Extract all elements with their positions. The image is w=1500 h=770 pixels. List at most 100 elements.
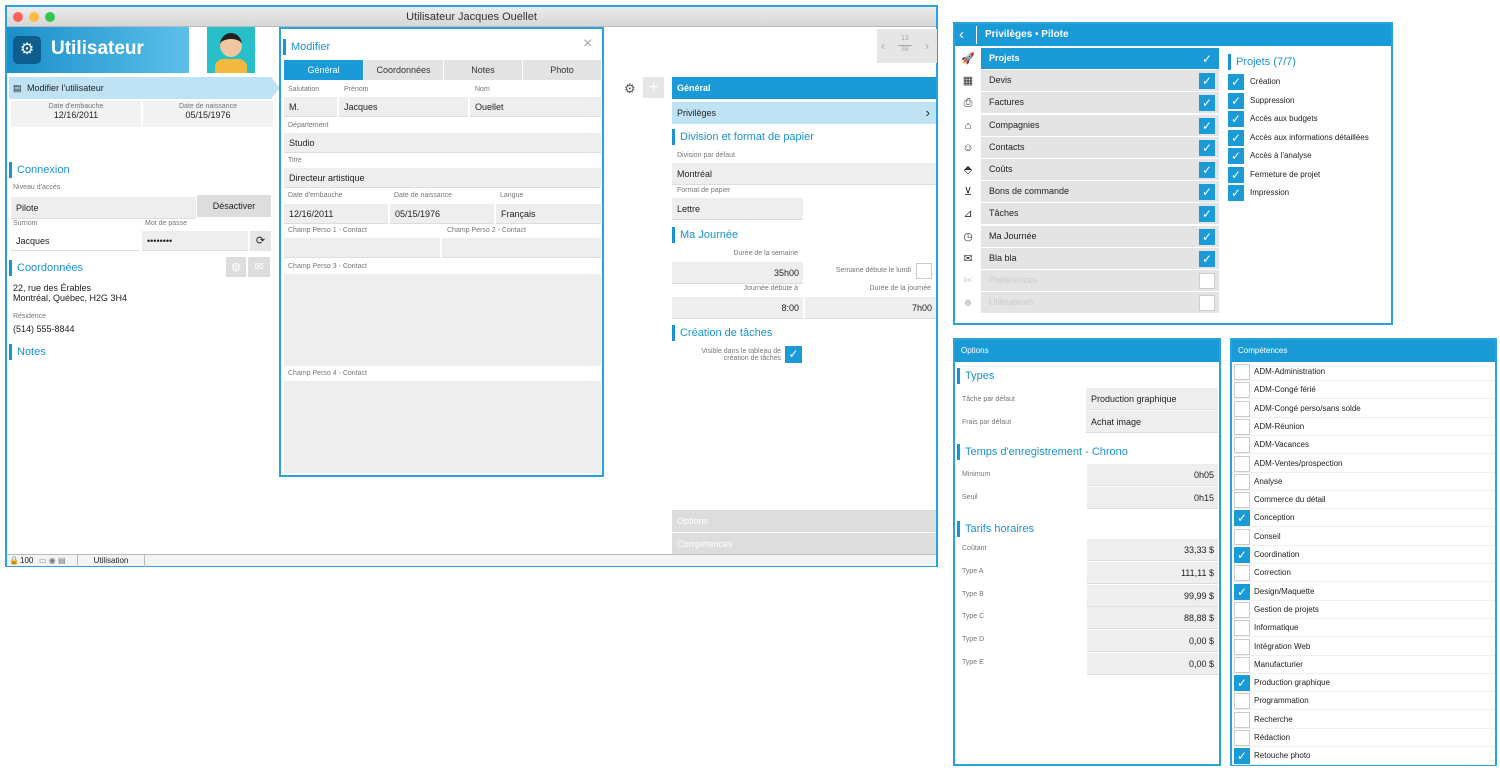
avatar[interactable] [207, 27, 255, 73]
privilege-checkbox[interactable] [1199, 51, 1215, 67]
last-name-field[interactable]: Ouellet [470, 97, 601, 117]
competence-row[interactable]: Recherche [1232, 711, 1495, 729]
privilege-checkbox[interactable] [1199, 228, 1215, 245]
privilege-checkbox[interactable] [1199, 273, 1215, 289]
globe-icon[interactable]: ◍ [226, 257, 246, 277]
competence-checkbox[interactable] [1234, 693, 1250, 710]
privilege-checkbox[interactable] [1199, 206, 1215, 223]
back-chevron-icon[interactable]: ‹ [959, 26, 977, 44]
competence-row[interactable]: Programmation [1232, 692, 1495, 711]
project-privilege-row[interactable]: Accès aux budgets [1226, 111, 1391, 128]
competence-checkbox[interactable] [1234, 583, 1250, 600]
competence-row[interactable]: Retouche photo [1232, 747, 1495, 766]
competence-checkbox[interactable] [1234, 547, 1250, 563]
privilege-checkbox[interactable] [1199, 295, 1215, 312]
privilege-checkbox[interactable] [1199, 117, 1215, 134]
competence-checkbox[interactable] [1234, 492, 1250, 509]
day-duration-field[interactable]: 7h00 [805, 297, 936, 319]
competence-checkbox[interactable] [1234, 455, 1250, 472]
competence-row[interactable]: Coordination [1232, 546, 1495, 564]
competence-checkbox[interactable] [1234, 565, 1250, 582]
competence-checkbox[interactable] [1234, 437, 1250, 454]
competence-row[interactable]: ADM-Congé férié [1232, 381, 1495, 400]
competence-checkbox[interactable] [1234, 510, 1250, 527]
privilege-row[interactable]: 🚀 Projets [955, 48, 1221, 70]
privilege-checkbox[interactable] [1199, 95, 1215, 112]
privilege-row[interactable]: ▦ Devis [955, 70, 1221, 92]
default-task-field[interactable]: Production graphique [1086, 388, 1218, 410]
password-field[interactable]: •••••••• [142, 231, 248, 251]
privilege-row[interactable]: ⊿ Tâches [955, 203, 1221, 225]
competence-checkbox[interactable] [1234, 418, 1250, 435]
language-field[interactable]: Français [496, 204, 601, 224]
rate-value-field[interactable]: 0,00 $ [1087, 653, 1218, 675]
rate-value-field[interactable]: 33,33 $ [1087, 539, 1218, 561]
rate-value-field[interactable]: 88,88 $ [1087, 607, 1218, 630]
department-field[interactable]: Studio [284, 133, 601, 153]
refresh-password-icon[interactable]: ⟳ [250, 231, 271, 251]
dialog-hire-field[interactable]: 12/16/2011 [284, 204, 388, 224]
zoom-level[interactable]: 100 [20, 555, 33, 567]
privilege-checkbox[interactable] [1199, 73, 1215, 90]
privilege-row[interactable]: ⌂ Compagnies [955, 114, 1221, 137]
project-privilege-row[interactable]: Suppression [1226, 92, 1391, 110]
rate-value-field[interactable]: 111,11 $ [1087, 561, 1218, 584]
tab-notes[interactable]: Notes [444, 60, 522, 80]
competence-checkbox[interactable] [1234, 638, 1250, 655]
project-privilege-checkbox[interactable] [1228, 111, 1244, 127]
competence-checkbox[interactable] [1234, 730, 1250, 746]
project-privilege-checkbox[interactable] [1228, 148, 1244, 164]
competence-row[interactable]: Manufacturier [1232, 656, 1495, 674]
settings-gear-icon[interactable]: ⚙ [624, 81, 636, 97]
monday-start-checkbox[interactable] [916, 263, 932, 279]
privilege-checkbox[interactable] [1199, 139, 1215, 156]
deactivate-button[interactable]: Désactiver [197, 195, 271, 217]
tab-general[interactable]: Général [284, 60, 363, 80]
project-privilege-checkbox[interactable] [1228, 185, 1244, 201]
day-start-field[interactable]: 8:00 [672, 297, 803, 319]
competence-checkbox[interactable] [1234, 601, 1250, 618]
competence-checkbox[interactable] [1234, 748, 1250, 765]
competence-row[interactable]: ADM-Administration [1232, 363, 1495, 381]
competence-row[interactable]: Analyse [1232, 473, 1495, 491]
project-privilege-row[interactable]: Fermeture de projet [1226, 166, 1391, 184]
privilege-row[interactable]: ⬘ Coûts [955, 159, 1221, 181]
dialog-birth-field[interactable]: 05/15/1976 [390, 204, 494, 224]
maximize-window-button[interactable] [45, 12, 55, 22]
custom-field-2[interactable] [442, 238, 601, 258]
modify-user-button[interactable]: ▤ Modifier l'utilisateur [9, 77, 271, 99]
competence-row[interactable]: ADM-Vacances [1232, 436, 1495, 455]
project-privilege-row[interactable]: Accès aux informations détaillées [1226, 129, 1391, 147]
project-privilege-row[interactable]: Création [1226, 74, 1391, 91]
minimize-window-button[interactable] [29, 12, 39, 22]
competence-row[interactable]: Informatique [1232, 619, 1495, 638]
competence-checkbox[interactable] [1234, 656, 1250, 673]
competence-checkbox[interactable] [1234, 675, 1250, 692]
privilege-row[interactable]: ⊻ Bons de commande [955, 181, 1221, 203]
view-toggle-icon[interactable]: ▭ ◉ ▤ [39, 555, 66, 567]
competence-row[interactable]: Conception [1232, 509, 1495, 528]
access-level-field[interactable]: Pilote [11, 197, 196, 219]
options-row[interactable]: Options [672, 510, 936, 532]
tab-photo[interactable]: Photo [523, 60, 601, 80]
mail-icon[interactable]: ✉ [248, 257, 270, 277]
privilege-checkbox[interactable] [1199, 162, 1215, 178]
tab-coordinates[interactable]: Coordonnées [364, 60, 443, 80]
project-privilege-row[interactable]: Accès à l'analyse [1226, 148, 1391, 165]
competence-row[interactable]: Conseil [1232, 528, 1495, 546]
privilege-row[interactable]: ☻ Utilisateurs [955, 292, 1221, 314]
competence-checkbox[interactable] [1234, 620, 1250, 637]
privilege-row[interactable]: ✂ Préférences [955, 270, 1221, 292]
division-field[interactable]: Montréal [672, 163, 936, 185]
custom-field-4[interactable] [284, 381, 601, 473]
job-title-field[interactable]: Directeur artistique [284, 168, 601, 188]
privilege-row[interactable]: ⎙ Factures [955, 92, 1221, 114]
competence-checkbox[interactable] [1234, 400, 1250, 417]
privilege-row[interactable]: ◷ Ma Journée [955, 225, 1221, 248]
next-icon[interactable]: › [925, 39, 929, 53]
privilege-checkbox[interactable] [1199, 250, 1215, 267]
rate-value-field[interactable]: 0,00 $ [1087, 630, 1218, 653]
competence-checkbox[interactable] [1234, 528, 1250, 545]
competence-row[interactable]: ADM-Ventes/prospection [1232, 455, 1495, 473]
week-duration-field[interactable]: 35h00 [672, 262, 803, 284]
